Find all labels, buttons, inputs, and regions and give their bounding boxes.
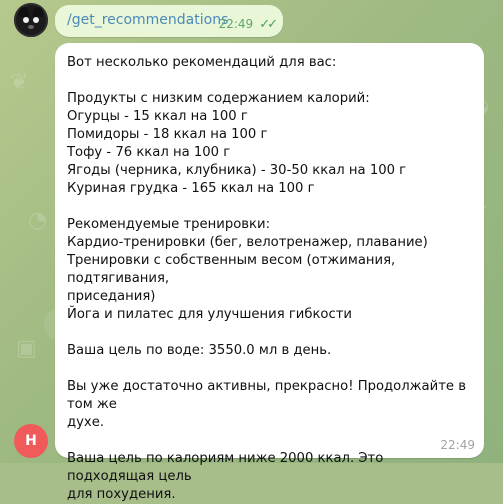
avatar-ear-left bbox=[19, 7, 29, 17]
message-line: Огурцы - 15 ккал на 100 г bbox=[67, 109, 248, 124]
message-line: Куриная грудка - 165 ккал на 100 г bbox=[67, 181, 315, 196]
outgoing-message-meta: 22:49 ✓✓ bbox=[218, 16, 278, 32]
bot-avatar-row bbox=[14, 3, 48, 37]
apple-pattern-icon: ◔ bbox=[28, 208, 48, 233]
message-line: Помидоры - 18 ккал на 100 г bbox=[67, 127, 268, 142]
message-line: для похудения. bbox=[67, 487, 176, 502]
avatar-eye-left bbox=[23, 17, 29, 23]
avatar-eye-right bbox=[33, 17, 39, 23]
double-check-icon: ✓✓ bbox=[259, 16, 278, 32]
message-line bbox=[67, 198, 471, 216]
message-line: Ваша цель по воде: 3550.0 мл в день. bbox=[67, 343, 332, 358]
message-line: Ваша цель по калориям ниже 2000 ккал. Эт… bbox=[67, 451, 388, 484]
message-line: Вот несколько рекомендаций для вас: bbox=[67, 55, 337, 70]
message-line: Кардио-тренировки (бег, велотренажер, пл… bbox=[67, 235, 428, 250]
user-avatar-letter: H bbox=[25, 433, 37, 449]
user-avatar[interactable]: H bbox=[14, 424, 48, 458]
message-line: приседания) bbox=[67, 289, 156, 304]
user-avatar-row: H bbox=[14, 424, 48, 458]
message-line bbox=[67, 432, 471, 450]
message-line: Йога и пилатес для улучшения гибкости bbox=[67, 307, 353, 322]
message-line bbox=[67, 72, 471, 90]
avatar-ear-right bbox=[33, 7, 43, 17]
message-line: Тренировки с собственным весом (отжимани… bbox=[67, 253, 400, 286]
message-line: Вы уже достаточно активны, прекрасно! Пр… bbox=[67, 379, 471, 412]
message-line: Тофу - 76 ккал на 100 г bbox=[67, 145, 231, 160]
outgoing-command-message[interactable]: /get_recommendations 22:49 ✓✓ bbox=[55, 5, 283, 37]
avatar-nose bbox=[28, 25, 34, 29]
message-line: Рекомендуемые тренировки: bbox=[67, 217, 271, 232]
incoming-recommendation-message[interactable]: Вот несколько рекомендаций для вас: Проду… bbox=[55, 43, 484, 502]
message-line: духе. bbox=[67, 415, 105, 430]
command-link[interactable]: /get_recommendations bbox=[67, 12, 228, 28]
food-pattern-icon: ▣ bbox=[16, 336, 37, 361]
incoming-message-time: 22:49 bbox=[440, 438, 475, 452]
bot-avatar[interactable] bbox=[14, 3, 48, 37]
outgoing-message-time: 22:49 bbox=[218, 17, 254, 31]
message-line bbox=[67, 360, 471, 378]
message-line: Ягоды (черника, клубника) - 30-50 ккал н… bbox=[67, 163, 407, 178]
message-line: Продукты с низким содержанием калорий: bbox=[67, 91, 370, 106]
message-line bbox=[67, 324, 471, 342]
leaf-pattern-icon: ❦ bbox=[10, 70, 29, 95]
recommendation-text: Вот несколько рекомендаций для вас: Проду… bbox=[67, 54, 471, 504]
